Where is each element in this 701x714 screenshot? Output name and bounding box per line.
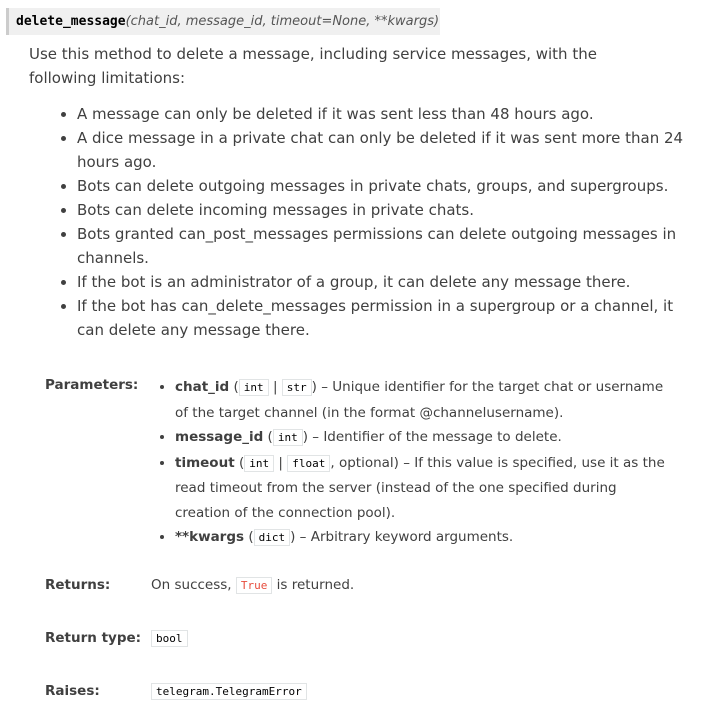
param-name: **kwargs <box>175 529 245 545</box>
limitation-item: If the bot has can_delete_messages permi… <box>77 294 701 342</box>
param-type: dict <box>253 529 291 546</box>
param-chat-id: chat_id (int | str) – Unique identifier … <box>175 375 675 425</box>
return-type-label: Return type: <box>45 630 142 646</box>
param-kwargs: **kwargs (dict) – Arbitrary keyword argu… <box>175 525 675 551</box>
parameters-list: chat_id (int | str) – Unique identifier … <box>159 375 675 551</box>
param-type: int <box>238 379 269 396</box>
limitation-item: A dice message in a private chat can onl… <box>77 126 701 174</box>
method-args: (chat_id, message_id, timeout=None, **kw… <box>125 14 440 29</box>
limitation-item: Bots can delete outgoing messages in pri… <box>77 174 701 198</box>
raises-code: telegram.TelegramError <box>151 683 307 700</box>
returns-value: On success, True is returned. <box>151 577 355 594</box>
raises-label: Raises: <box>45 683 100 699</box>
return-type-code: bool <box>151 630 188 647</box>
param-description: – Arbitrary keyword arguments. <box>295 529 514 545</box>
param-name: message_id <box>175 429 264 445</box>
parameters-label: Parameters: <box>45 377 139 393</box>
param-name: chat_id <box>175 379 230 395</box>
param-name: timeout <box>175 454 235 471</box>
limitation-item: If the bot is an administrator of a grou… <box>77 270 701 294</box>
method-signature: delete_message(chat_id, message_id, time… <box>6 8 440 35</box>
limitation-item: Bots can delete incoming messages in pri… <box>77 198 701 222</box>
param-type: int <box>272 429 303 446</box>
param-timeout: timeout (int | float, optional) – If thi… <box>175 451 675 526</box>
method-name: delete_message <box>16 14 126 29</box>
param-message-id: message_id (int) – Identifier of the mes… <box>175 425 675 451</box>
method-description: Use this method to delete a message, inc… <box>29 45 597 87</box>
return-type-value: bool <box>151 630 188 647</box>
param-type: int <box>244 454 275 472</box>
param-description: – Identifier of the message to delete. <box>307 429 562 445</box>
limitation-item: Bots granted can_post_messages permissio… <box>77 222 701 270</box>
limitations-list: A message can only be deleted if it was … <box>60 102 701 342</box>
param-type: str <box>281 379 312 396</box>
returns-label: Returns: <box>45 577 111 593</box>
limitation-item: A message can only be deleted if it was … <box>77 102 701 126</box>
returns-code: True <box>235 577 273 594</box>
raises-value: telegram.TelegramError <box>151 683 307 700</box>
param-type: float <box>287 454 331 472</box>
